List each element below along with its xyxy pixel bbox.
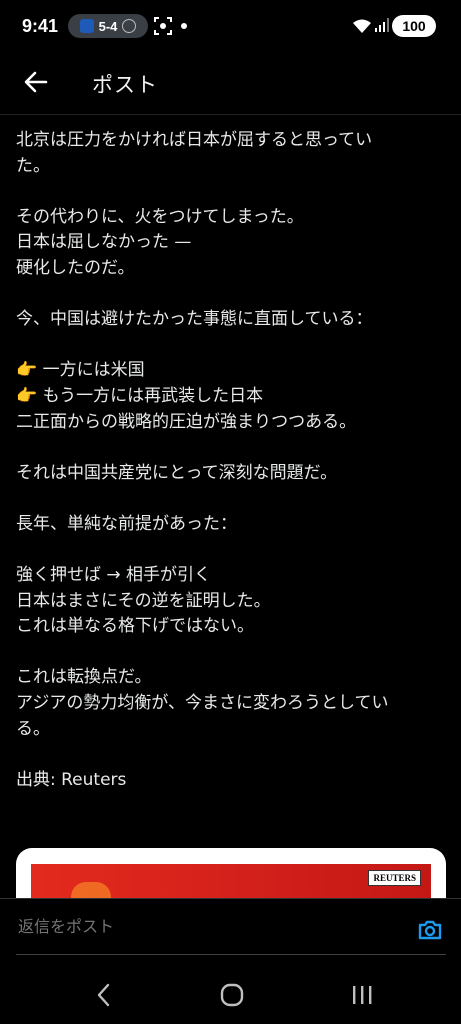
post-line: 硬化したのだ。 [16, 257, 135, 278]
post-line: 長年、単純な前提があった： [16, 513, 237, 534]
post-paragraph: これは転換点だ。 アジアの勢力均衡が、今まさに変わろうとしてい る。 [16, 665, 448, 742]
score-text: 5-4 [98, 18, 118, 34]
battery-level: 100 [402, 18, 426, 34]
nav-back-icon[interactable] [92, 982, 116, 1008]
reply-bar [0, 898, 461, 968]
post-text: 北京は圧力をかければ日本が屈すると思ってい た。 その代わりに、火をつけてしまっ… [16, 128, 448, 819]
team-logo-icon [79, 19, 94, 33]
post-paragraph: 長年、単純な前提があった： [16, 512, 448, 538]
post-paragraph: 出典: Reuters [16, 768, 448, 794]
nav-home-icon[interactable] [220, 983, 244, 1007]
back-arrow-icon[interactable] [20, 66, 52, 98]
post-line-text: 一方には米国 [42, 360, 145, 381]
post-line: る。 [16, 718, 50, 739]
pointing-hand-icon: 👉 [16, 360, 38, 381]
post-line: 👉 一方には米国 [16, 358, 448, 384]
post-line: 二正面からの戦略的圧迫が強まりつつある。 [16, 411, 357, 432]
post-line: た。 [16, 155, 50, 176]
post-line: 日本はまさにその逆を証明した。 [16, 590, 271, 611]
page-title: ポスト [92, 73, 158, 97]
header-divider [0, 114, 461, 115]
pointing-hand-icon: 👉 [16, 385, 38, 406]
post-line: それは中国共産党にとって深刻な問題だ。 [16, 462, 338, 483]
camera-icon[interactable] [416, 916, 444, 944]
post-paragraph: その代わりに、火をつけてしまった。 日本は屈しなかった — 硬化したのだ。 [16, 205, 448, 282]
score-notification: 5-4 [68, 14, 148, 38]
post-paragraph: 👉 一方には米国 👉 もう一方には再武装した日本 二正面からの戦略的圧迫が強まり… [16, 358, 448, 435]
post-line: 日本は屈しなかった — [16, 232, 192, 253]
signal-icon [375, 18, 389, 32]
notification-dot-icon [181, 23, 187, 29]
battery-indicator: 100 [392, 15, 436, 37]
team-logo-icon [122, 19, 137, 33]
post-line: これは転換点だ。 [16, 667, 152, 688]
post-paragraph: それは中国共産党にとって深刻な問題だ。 [16, 461, 448, 487]
status-bar: 9:41 5-4 100 [0, 0, 461, 52]
post-paragraph: 北京は圧力をかければ日本が屈すると思ってい た。 [16, 128, 448, 179]
source-line: 出典: Reuters [16, 769, 127, 790]
divider [0, 898, 461, 899]
post-line: 今、中国は避けたかった事態に直面している： [16, 309, 373, 330]
post-line: 北京は圧力をかければ日本が屈すると思ってい [16, 130, 373, 150]
post-line-text: もう一方には再武装した日本 [42, 385, 264, 406]
post-line: 👉 もう一方には再武装した日本 [16, 384, 448, 410]
input-underline [16, 954, 446, 955]
status-time: 9:41 [22, 16, 59, 36]
system-nav-bar [0, 968, 461, 1024]
post-line: アジアの勢力均衡が、今まさに変わろうとしてい [16, 693, 389, 714]
post-line: その代わりに、火をつけてしまった。 [16, 206, 304, 227]
nav-recent-apps-icon[interactable] [350, 983, 374, 1007]
reply-input[interactable] [16, 918, 400, 938]
post-paragraph: 今、中国は避けたかった事態に直面している： [16, 307, 448, 333]
post-line: これは単なる格下げではない。 [16, 616, 254, 637]
reuters-logo: REUTERS [368, 870, 421, 886]
screenshot-icon [154, 17, 172, 35]
post-paragraph: 強く押せば → 相手が引く 日本はまさにその逆を証明した。 これは単なる格下げで… [16, 563, 448, 640]
post-line: 強く押せば → 相手が引く [16, 565, 212, 586]
top-header: ポスト [0, 52, 461, 114]
wifi-icon [353, 19, 371, 33]
